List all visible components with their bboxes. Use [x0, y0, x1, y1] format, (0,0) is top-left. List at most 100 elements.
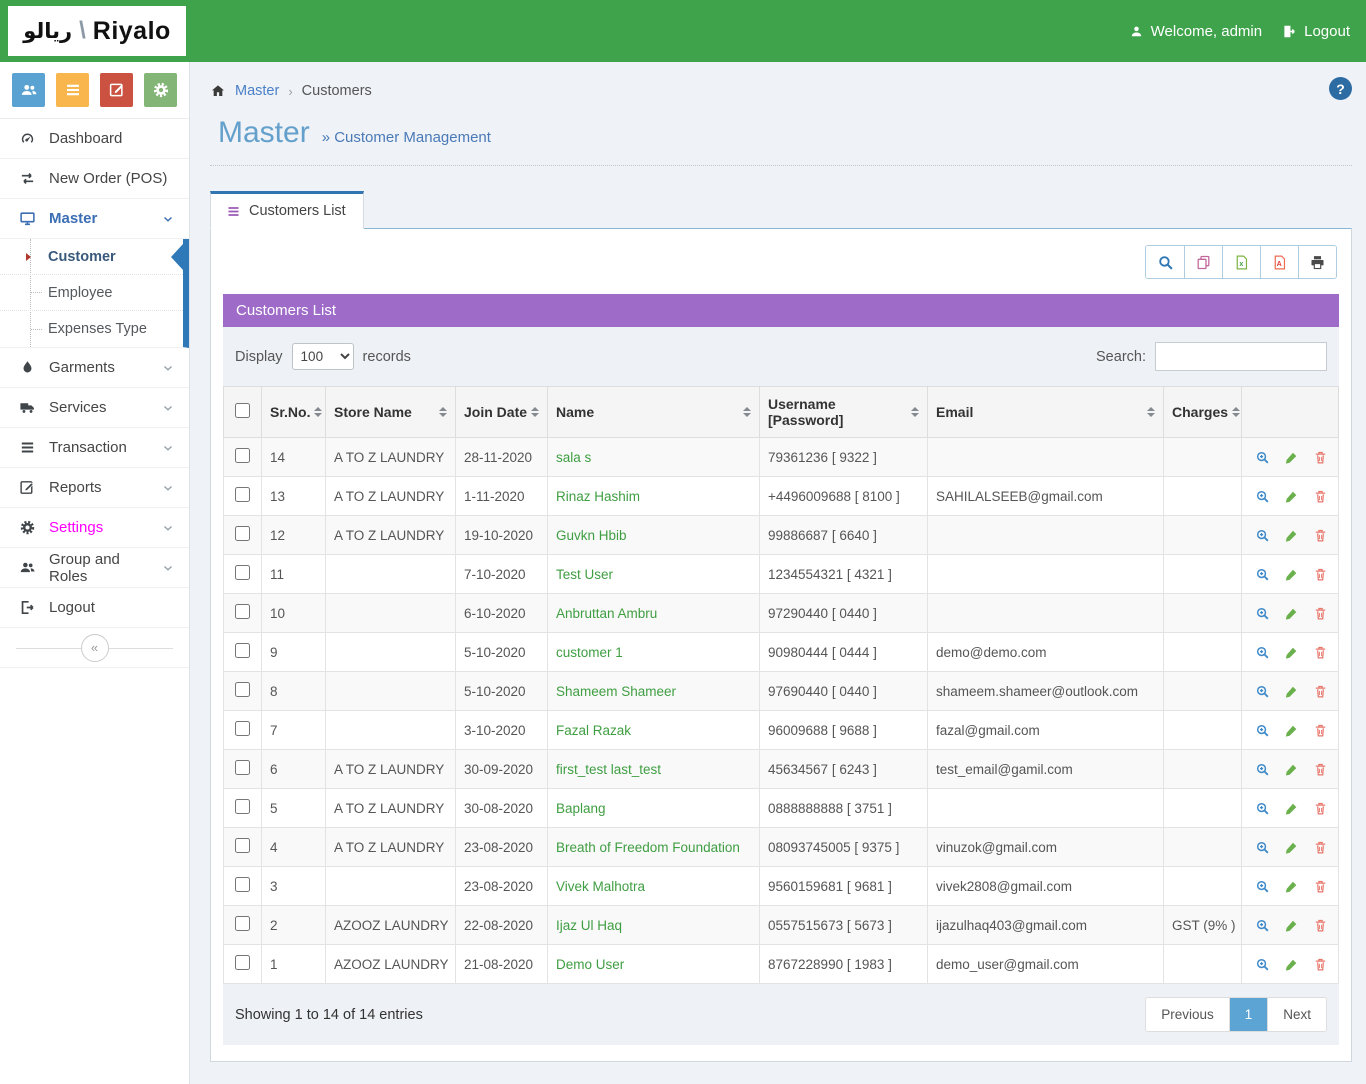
- view-icon[interactable]: [1255, 606, 1270, 621]
- delete-icon[interactable]: [1313, 957, 1328, 972]
- row-checkbox[interactable]: [235, 565, 250, 580]
- view-icon[interactable]: [1255, 528, 1270, 543]
- delete-icon[interactable]: [1313, 801, 1328, 816]
- view-icon[interactable]: [1255, 762, 1270, 777]
- sidebar-item-transaction[interactable]: Transaction: [0, 428, 189, 468]
- customer-name-link[interactable]: Shameem Shameer: [556, 684, 676, 699]
- print-button[interactable]: [1298, 246, 1336, 278]
- edit-icon[interactable]: [1284, 840, 1299, 855]
- view-icon[interactable]: [1255, 840, 1270, 855]
- column-store-name[interactable]: Store Name: [326, 387, 456, 438]
- quick-settings-button[interactable]: [144, 73, 177, 107]
- row-checkbox[interactable]: [235, 682, 250, 697]
- page-1-button[interactable]: 1: [1229, 998, 1268, 1031]
- edit-icon[interactable]: [1284, 879, 1299, 894]
- sidebar-item-garments[interactable]: Garments: [0, 348, 189, 388]
- view-icon[interactable]: [1255, 489, 1270, 504]
- sidebar-item-new-order[interactable]: New Order (POS): [0, 159, 189, 199]
- home-icon[interactable]: [210, 83, 226, 99]
- delete-icon[interactable]: [1313, 567, 1328, 582]
- customer-name-link[interactable]: Anbruttan Ambru: [556, 606, 657, 621]
- page-length-select[interactable]: 100: [292, 343, 354, 370]
- customer-name-link[interactable]: Ijaz Ul Haq: [556, 918, 622, 933]
- customer-name-link[interactable]: Baplang: [556, 801, 606, 816]
- tab-customers-list[interactable]: Customers List: [210, 191, 364, 229]
- sidebar-item-employee[interactable]: Employee: [0, 275, 183, 311]
- logout-button[interactable]: Logout: [1282, 23, 1350, 40]
- sidebar-item-logout[interactable]: Logout: [0, 588, 189, 628]
- edit-icon[interactable]: [1284, 489, 1299, 504]
- customer-name-link[interactable]: Rinaz Hashim: [556, 489, 640, 504]
- customer-name-link[interactable]: sala s: [556, 450, 591, 465]
- sidebar-item-expenses-type[interactable]: Expenses Type: [0, 311, 183, 347]
- sidebar-collapse-button[interactable]: «: [81, 634, 109, 662]
- delete-icon[interactable]: [1313, 918, 1328, 933]
- delete-icon[interactable]: [1313, 489, 1328, 504]
- view-icon[interactable]: [1255, 918, 1270, 933]
- row-checkbox[interactable]: [235, 799, 250, 814]
- edit-icon[interactable]: [1284, 606, 1299, 621]
- column-sr-no[interactable]: Sr.No.: [262, 387, 326, 438]
- row-checkbox[interactable]: [235, 487, 250, 502]
- row-checkbox[interactable]: [235, 955, 250, 970]
- customer-name-link[interactable]: Demo User: [556, 957, 624, 972]
- row-checkbox[interactable]: [235, 721, 250, 736]
- row-checkbox[interactable]: [235, 760, 250, 775]
- sidebar-item-master[interactable]: Master: [0, 199, 189, 239]
- column-username[interactable]: Username [Password]: [760, 387, 928, 438]
- row-checkbox[interactable]: [235, 916, 250, 931]
- edit-icon[interactable]: [1284, 957, 1299, 972]
- delete-icon[interactable]: [1313, 762, 1328, 777]
- delete-icon[interactable]: [1313, 528, 1328, 543]
- edit-icon[interactable]: [1284, 528, 1299, 543]
- delete-icon[interactable]: [1313, 723, 1328, 738]
- customer-name-link[interactable]: Breath of Freedom Foundation: [556, 840, 740, 855]
- column-charges[interactable]: Charges: [1164, 387, 1242, 438]
- select-all-checkbox[interactable]: [235, 403, 250, 418]
- logo[interactable]: ريالو \ Riyalo: [8, 6, 186, 56]
- view-icon[interactable]: [1255, 723, 1270, 738]
- help-button[interactable]: ?: [1329, 77, 1352, 100]
- edit-icon[interactable]: [1284, 801, 1299, 816]
- edit-icon[interactable]: [1284, 567, 1299, 582]
- row-checkbox[interactable]: [235, 526, 250, 541]
- delete-icon[interactable]: [1313, 879, 1328, 894]
- sidebar-item-reports[interactable]: Reports: [0, 468, 189, 508]
- customer-name-link[interactable]: Fazal Razak: [556, 723, 631, 738]
- view-icon[interactable]: [1255, 450, 1270, 465]
- edit-icon[interactable]: [1284, 450, 1299, 465]
- sidebar-item-settings[interactable]: Settings: [0, 508, 189, 548]
- edit-icon[interactable]: [1284, 723, 1299, 738]
- quick-edit-button[interactable]: [100, 73, 133, 107]
- row-checkbox[interactable]: [235, 604, 250, 619]
- edit-icon[interactable]: [1284, 645, 1299, 660]
- delete-icon[interactable]: [1313, 684, 1328, 699]
- edit-icon[interactable]: [1284, 684, 1299, 699]
- quick-list-button[interactable]: [56, 73, 89, 107]
- edit-icon[interactable]: [1284, 762, 1299, 777]
- column-name[interactable]: Name: [548, 387, 760, 438]
- view-icon[interactable]: [1255, 567, 1270, 582]
- search-input[interactable]: [1155, 342, 1327, 371]
- customer-name-link[interactable]: customer 1: [556, 645, 623, 660]
- search-button[interactable]: [1146, 246, 1184, 278]
- delete-icon[interactable]: [1313, 840, 1328, 855]
- breadcrumb-master-link[interactable]: Master: [235, 83, 279, 99]
- quick-users-button[interactable]: [12, 73, 45, 107]
- view-icon[interactable]: [1255, 684, 1270, 699]
- export-pdf-button[interactable]: A: [1260, 246, 1298, 278]
- delete-icon[interactable]: [1313, 645, 1328, 660]
- row-checkbox[interactable]: [235, 838, 250, 853]
- sidebar-item-group-and-roles[interactable]: Group and Roles: [0, 548, 189, 588]
- row-checkbox[interactable]: [235, 877, 250, 892]
- view-icon[interactable]: [1255, 957, 1270, 972]
- row-checkbox[interactable]: [235, 643, 250, 658]
- column-email[interactable]: Email: [928, 387, 1164, 438]
- sidebar-item-dashboard[interactable]: Dashboard: [0, 119, 189, 159]
- customer-name-link[interactable]: Vivek Malhotra: [556, 879, 645, 894]
- previous-page-button[interactable]: Previous: [1146, 998, 1229, 1031]
- delete-icon[interactable]: [1313, 450, 1328, 465]
- edit-icon[interactable]: [1284, 918, 1299, 933]
- customer-name-link[interactable]: Test User: [556, 567, 613, 582]
- view-icon[interactable]: [1255, 801, 1270, 816]
